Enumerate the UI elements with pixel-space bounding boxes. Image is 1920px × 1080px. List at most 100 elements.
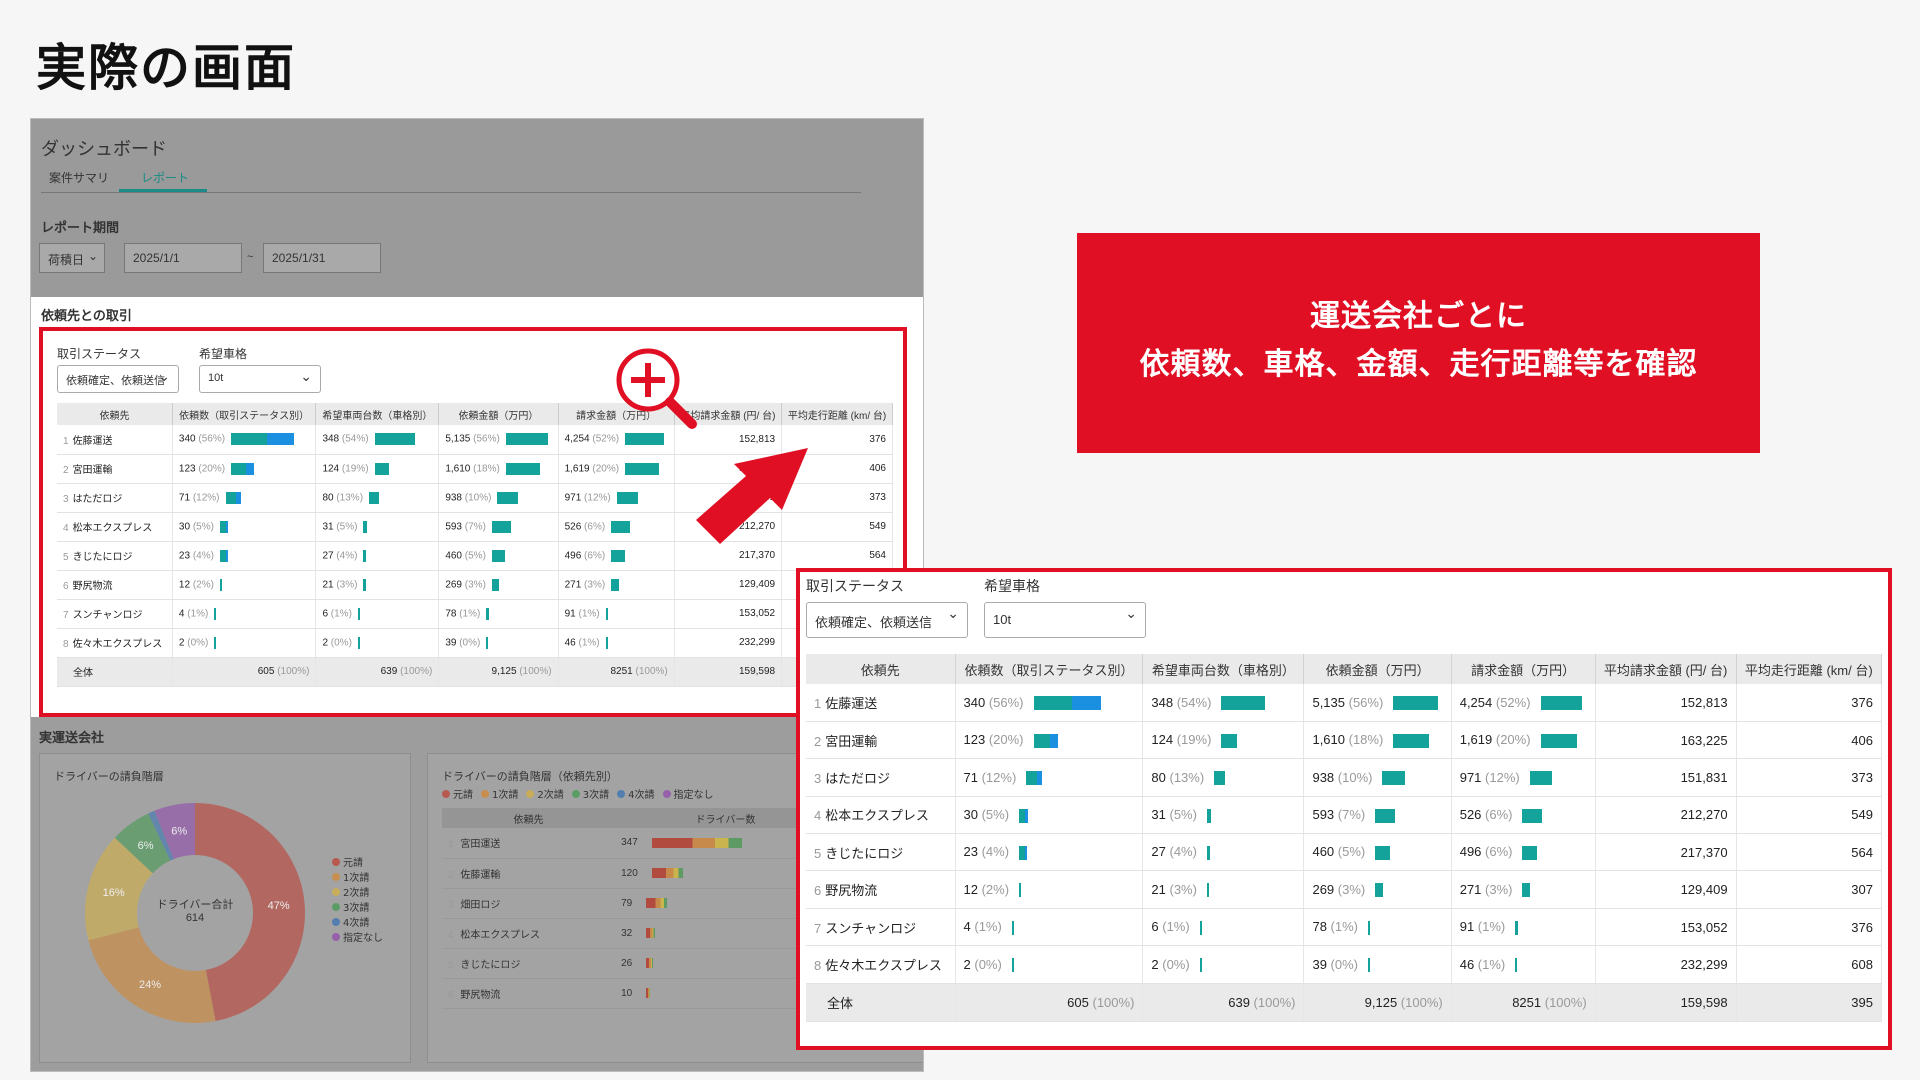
bar-segment-zoom xyxy=(1522,883,1531,898)
driver-list-title: ドライバーの請負階層（依頼先別） xyxy=(442,771,618,783)
table-row-zoom: 5 きじたにロジ 23 (4%) 27 (4%) 460 (5%) 496 (6%) 217… xyxy=(806,833,1883,872)
row-rank: 2 xyxy=(448,869,457,881)
bar-segment-small xyxy=(505,433,548,446)
amount-cell-zoom: 78 (1%) xyxy=(1303,908,1452,947)
total-cell-zoom: 8251 (100%) xyxy=(1451,983,1596,1022)
column-header-zoom: 依頼先 xyxy=(806,654,956,684)
carrier-name-cell-zoom: 6 野尻物流 xyxy=(806,870,956,909)
vehicles-cell-small: 80 (13%) xyxy=(315,483,440,513)
value-zoom: 271 xyxy=(1459,881,1486,897)
value-zoom: 496 xyxy=(1459,844,1486,860)
vehicles-cell-zoom: 2 (0%) xyxy=(1142,945,1305,984)
percent-small: (0%) xyxy=(330,637,352,649)
bar-segment-zoom xyxy=(1214,771,1225,786)
total-value-small: 605 xyxy=(257,666,278,677)
requests-cell-zoom: 2 (0%) xyxy=(955,945,1144,984)
status-filter-label: 取引ステータス xyxy=(57,347,142,361)
date-basis-select[interactable]: 荷積日 ⌄ xyxy=(39,243,105,273)
total-avg-distance-zoom: 395 xyxy=(1736,983,1883,1022)
carrier-name-cell-small: 5 きじたにロジ xyxy=(57,541,173,571)
percent-small: (2%) xyxy=(192,579,214,591)
legend-label: 3次請 xyxy=(582,790,610,801)
tab-report[interactable]: レポート xyxy=(141,169,189,186)
value-small: 46 xyxy=(564,637,579,649)
bar-segment-zoom xyxy=(1206,883,1210,898)
bar-segment-small xyxy=(214,607,217,620)
billing-cell-small: 271 (3%) xyxy=(558,570,675,600)
driver-carrier-name: 佐藤運輸 xyxy=(460,869,501,881)
carrier-name-cell-zoom: 1 佐藤運送 xyxy=(806,684,956,722)
value-zoom: 593 xyxy=(1312,807,1338,823)
vehicle-filter-select-zoom[interactable]: 10t xyxy=(984,602,1146,638)
bar-segment-zoom xyxy=(1522,846,1537,861)
vehicles-cell-zoom: 27 (4%) xyxy=(1142,833,1305,872)
driver-carrier-cell: 4 松本エクスプレス xyxy=(442,918,616,949)
bar-segment-small xyxy=(625,433,665,446)
value-zoom: 39 xyxy=(1312,956,1331,972)
driver-stack-bar xyxy=(651,837,742,848)
billing-cell-zoom: 526 (6%) xyxy=(1451,796,1596,835)
driver-carrier-cell: 2 佐藤運輸 xyxy=(442,858,616,889)
legend-dot xyxy=(332,903,340,911)
avg-billing-cell-zoom: 152,813 xyxy=(1595,684,1737,722)
percent-zoom: (20%) xyxy=(988,732,1024,748)
avg-billing-cell-zoom: 163,225 xyxy=(1595,721,1737,760)
legend-label: 1次請 xyxy=(343,873,370,884)
driver-count: 32 xyxy=(621,927,633,939)
total-row-zoom: 全体 605 (100%) 639 (100%) 9,125 (100%) 8251 (… xyxy=(806,983,1883,1022)
vehicle-filter-select[interactable]: 10t xyxy=(199,365,321,393)
percent-small: (19%) xyxy=(341,463,369,475)
value-small: 30 xyxy=(178,521,193,533)
list-legend-item: 2次請 xyxy=(526,790,564,801)
value-zoom: 460 xyxy=(1312,844,1338,860)
value-zoom: 5,135 xyxy=(1312,694,1349,710)
avg-billing-cell-zoom: 212,270 xyxy=(1595,796,1737,835)
bar-segment-small xyxy=(605,607,608,620)
bar-segment-small xyxy=(625,462,659,475)
percent-small: (20%) xyxy=(198,463,226,475)
carrier-name-cell-zoom: 5 きじたにロジ xyxy=(806,833,956,872)
legend-dot xyxy=(442,790,450,798)
status-filter-label-zoom: 取引ステータス xyxy=(806,578,904,594)
bar-segment-small xyxy=(225,491,236,504)
billing-cell-small: 526 (6%) xyxy=(558,512,675,542)
bar-segment-small xyxy=(214,636,217,649)
value-zoom: 526 xyxy=(1459,807,1486,823)
value-small: 2 xyxy=(322,637,331,649)
value-small: 78 xyxy=(445,608,460,620)
value-small: 21 xyxy=(322,579,337,591)
bar-segment-small xyxy=(616,491,638,504)
legend-label: 指定なし xyxy=(673,790,714,801)
arrow-down-left-icon xyxy=(696,448,808,544)
donut-slice-label: 24% xyxy=(139,979,161,991)
donut-center-value: 614 xyxy=(185,912,205,924)
bar-segment-small xyxy=(491,578,500,591)
row-rank: 1 xyxy=(448,839,457,851)
total-label-small: 全体 xyxy=(57,657,173,687)
end-date-input[interactable]: 2025/1/31 xyxy=(263,243,381,273)
bar-segment-small xyxy=(231,462,247,475)
status-filter-select[interactable]: 依頼確定、依頼送信 xyxy=(57,365,179,393)
total-label-zoom: 全体 xyxy=(806,983,956,1022)
bar-segment-small xyxy=(486,636,489,649)
start-date-input[interactable]: 2025/1/1 xyxy=(124,243,242,273)
tab-summary[interactable]: 案件サマリ xyxy=(49,169,109,186)
row-rank: 3 xyxy=(448,899,457,911)
bar-segment-zoom xyxy=(1033,733,1050,748)
table-row-small: 7 スンチャンロジ 4 (1%) 6 (1%) 78 (1%) 91 (1%) 153,05… xyxy=(57,599,893,629)
bar-segment-small xyxy=(374,462,389,475)
amount-cell-zoom: 5,135 (56%) xyxy=(1303,684,1452,722)
percent-zoom: (56%) xyxy=(1348,694,1384,710)
row-rank-small: 8 xyxy=(63,639,69,650)
carrier-name-cell-small: 2 宮田運輸 xyxy=(57,454,173,484)
billing-cell-zoom: 46 (1%) xyxy=(1451,945,1596,984)
bar-segment-zoom xyxy=(1025,846,1028,861)
driver-carrier-cell: 3 畑田ロジ xyxy=(442,888,616,919)
percent-zoom: (7%) xyxy=(1337,807,1366,823)
status-filter-select-zoom[interactable]: 依頼確定、依頼送信 xyxy=(806,602,968,638)
row-rank: 6 xyxy=(448,989,457,1001)
donut-legend-item: 指定なし xyxy=(332,931,383,946)
total-row-small: 全体 605 (100%) 639 (100%) 9,125 (100%) 8251 (… xyxy=(57,657,893,687)
carrier-name-zoom: 松本エクスプレス xyxy=(825,808,929,824)
donut-legend-item: 4次請 xyxy=(332,916,383,931)
